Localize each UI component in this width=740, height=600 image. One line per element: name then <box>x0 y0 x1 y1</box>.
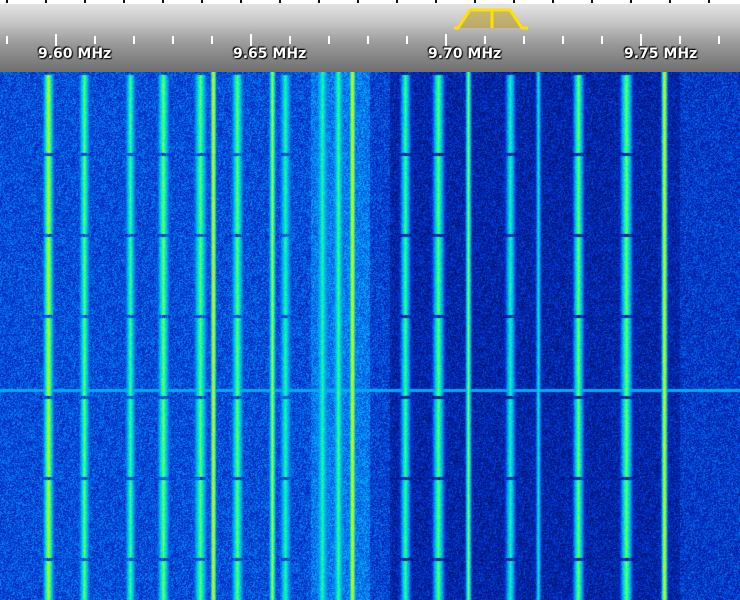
scale-tick <box>679 36 681 44</box>
scale-tick <box>367 36 369 44</box>
top-edge-tick <box>123 0 125 3</box>
top-edge-tick <box>318 0 320 3</box>
scale-top-strip <box>0 0 740 4</box>
top-edge-tick <box>669 0 671 3</box>
freq-label-9-65: 9.65 MHz <box>233 46 307 62</box>
scale-tick <box>484 36 486 44</box>
passband-filter-icon[interactable] <box>452 4 532 32</box>
top-edge-tick <box>708 0 710 3</box>
top-edge-tick <box>162 0 164 3</box>
waterfall-spectrogram[interactable] <box>0 72 740 600</box>
scale-tick <box>211 36 213 44</box>
top-edge-tick <box>45 0 47 3</box>
scale-tick <box>406 36 408 44</box>
scale-tick <box>289 36 291 44</box>
scale-tick <box>94 36 96 44</box>
sdr-waterfall-viewer: 9.60 MHz 9.65 MHz 9.70 MHz 9.75 MHz <box>0 0 740 600</box>
scale-tick-major <box>445 34 447 46</box>
freq-label-9-75: 9.75 MHz <box>624 46 698 62</box>
top-edge-tick <box>201 0 203 3</box>
scale-tick <box>718 36 720 44</box>
top-edge-tick <box>552 0 554 3</box>
top-edge-tick <box>591 0 593 3</box>
scale-tick <box>562 36 564 44</box>
scale-tick-major <box>640 34 642 46</box>
scale-tick-major <box>250 34 252 46</box>
top-edge-tick <box>6 0 8 3</box>
scale-tick-major <box>55 34 57 46</box>
top-edge-tick <box>435 0 437 3</box>
top-edge-tick <box>474 0 476 3</box>
top-edge-tick <box>240 0 242 3</box>
scale-tick <box>133 36 135 44</box>
scale-tick <box>172 36 174 44</box>
scale-tick <box>523 36 525 44</box>
freq-label-9-70: 9.70 MHz <box>428 46 502 62</box>
top-edge-tick <box>279 0 281 3</box>
top-edge-tick <box>84 0 86 3</box>
top-edge-tick <box>513 0 515 3</box>
freq-label-9-60: 9.60 MHz <box>38 46 112 62</box>
scale-tick <box>601 36 603 44</box>
frequency-scale[interactable]: 9.60 MHz 9.65 MHz 9.70 MHz 9.75 MHz <box>0 0 740 72</box>
top-edge-tick <box>630 0 632 3</box>
top-edge-tick <box>357 0 359 3</box>
top-edge-tick <box>396 0 398 3</box>
scale-tick <box>328 36 330 44</box>
scale-tick <box>6 36 8 44</box>
